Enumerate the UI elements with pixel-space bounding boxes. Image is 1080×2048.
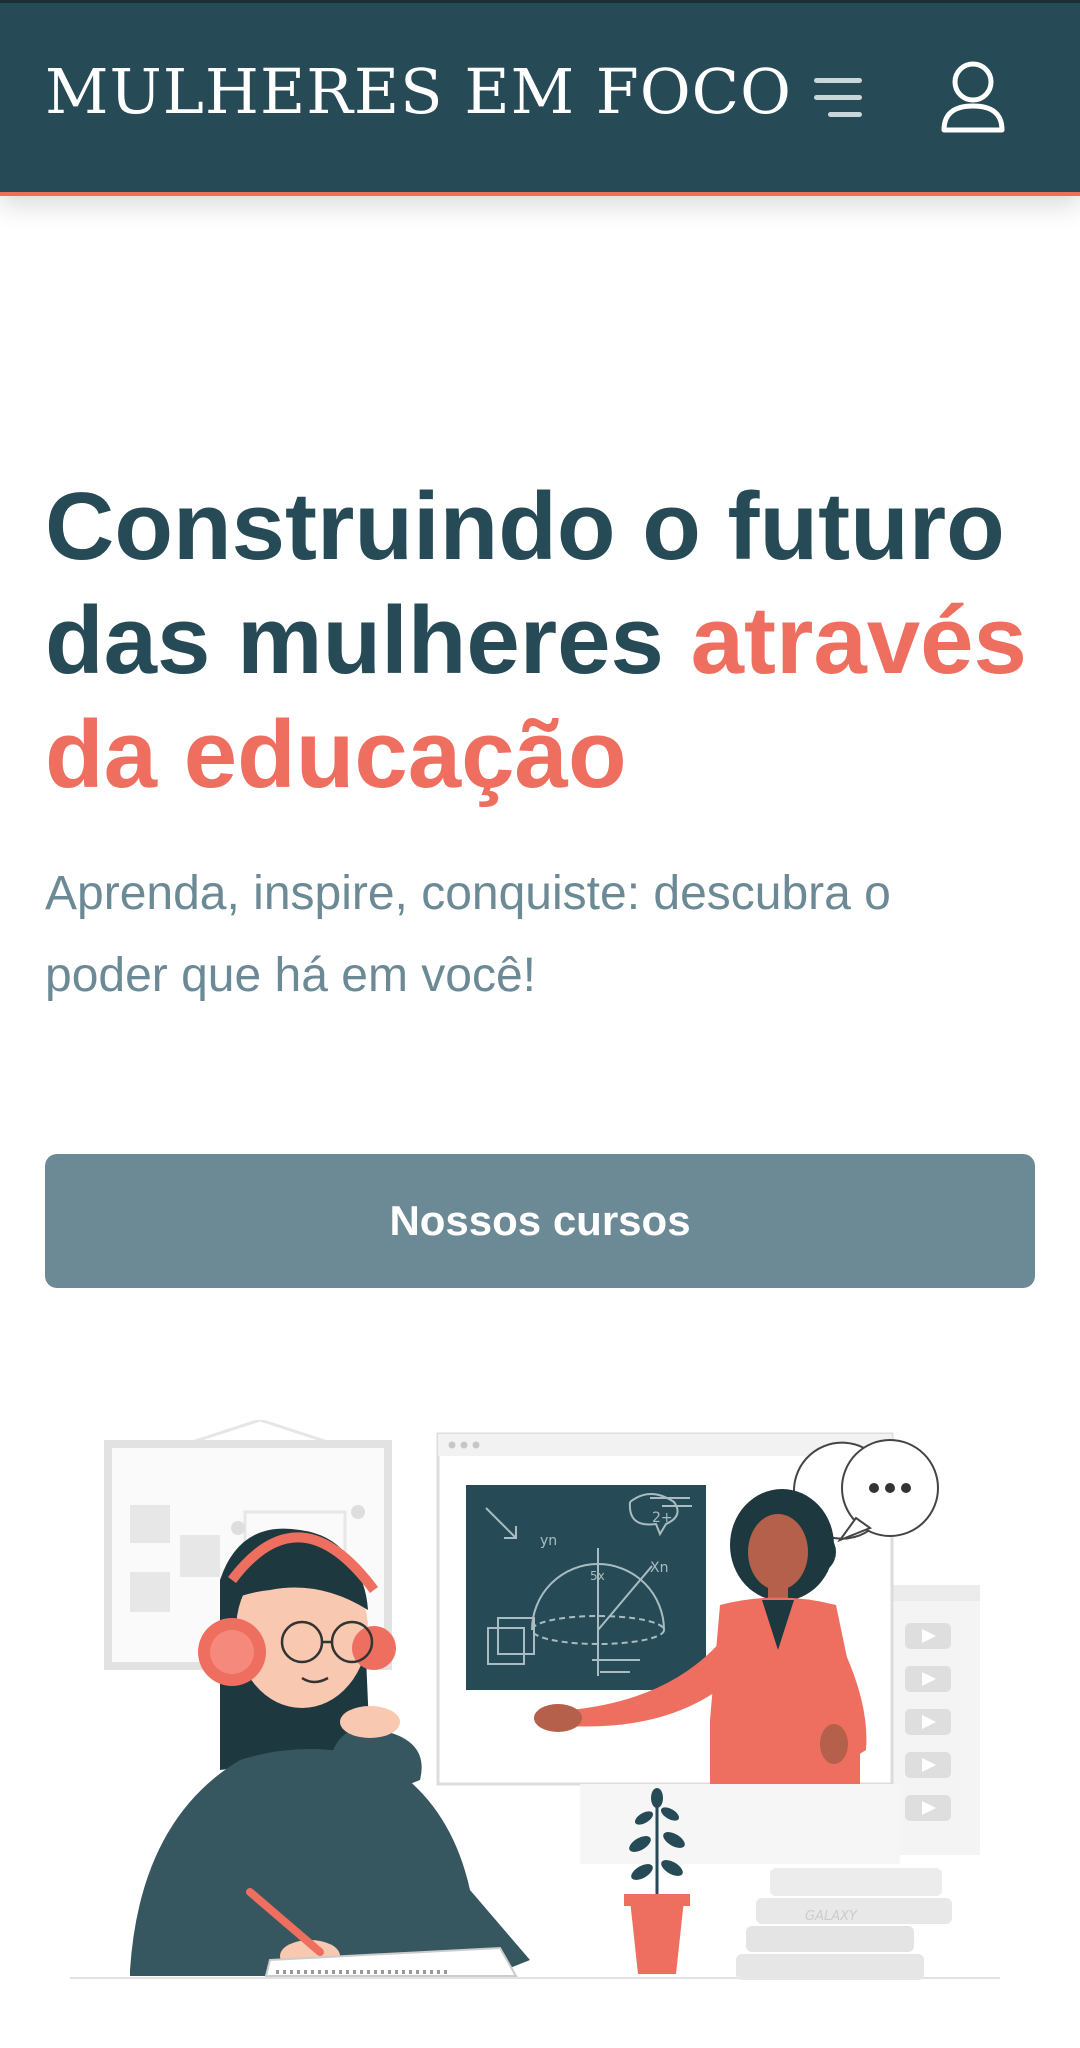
board-label-5x: 5x	[590, 1569, 605, 1583]
hamburger-menu-icon[interactable]	[806, 68, 870, 132]
hero-title: Construindo o futuro das mulheres atravé…	[45, 470, 1045, 812]
brand-logo-text[interactable]: MULHERES EM FOCO	[45, 55, 792, 128]
board-label-yn: yn	[540, 1533, 557, 1549]
board-label-xn: Xn	[650, 1560, 668, 1576]
user-profile-icon[interactable]	[938, 58, 1008, 138]
app-header: MULHERES EM FOCO	[0, 0, 1080, 196]
hero-illustration: yn 2+ 5x Xn GALAXY	[70, 1418, 1020, 2000]
book-label: GALAXY	[805, 1909, 858, 1924]
our-courses-button[interactable]: Nossos cursos	[45, 1154, 1035, 1288]
board-formula: 2+	[652, 1510, 673, 1526]
status-strip	[0, 0, 1080, 3]
hero-subtitle: Aprenda, inspire, conquiste: descubra o …	[45, 867, 891, 1002]
